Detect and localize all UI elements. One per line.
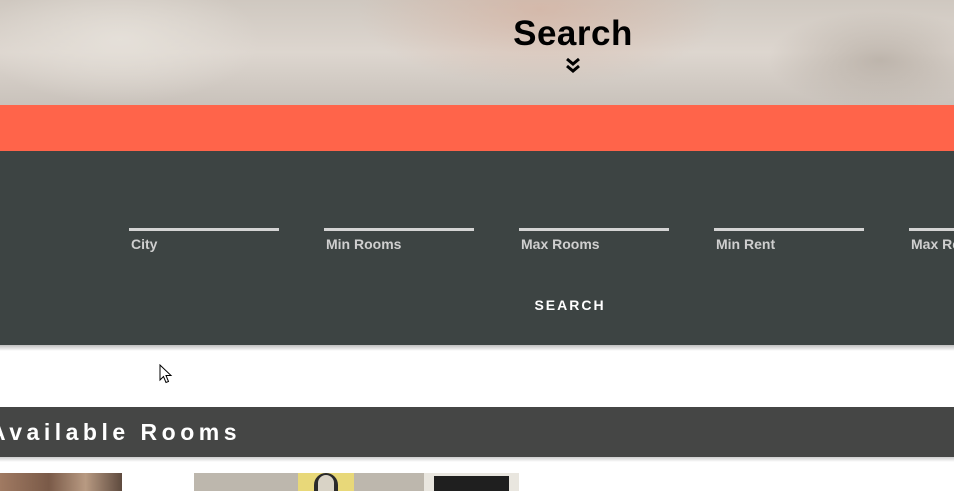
search-form: City Min Rooms Max Rooms Min Rent Max Re…	[0, 151, 954, 345]
page-title: Search	[513, 14, 633, 53]
hero-banner: Search	[0, 0, 954, 105]
min-rent-field[interactable]: Min Rent	[714, 228, 864, 252]
content-spacer	[0, 351, 954, 407]
city-input-underline[interactable]	[129, 228, 279, 231]
city-label: City	[131, 236, 158, 252]
rooms-header-shadow	[0, 457, 954, 462]
min-rooms-label: Min Rooms	[326, 236, 402, 252]
double-chevron-down-icon[interactable]	[565, 57, 581, 75]
min-rent-input-underline[interactable]	[714, 228, 864, 231]
image-detail	[434, 476, 509, 491]
room-card-image[interactable]	[0, 473, 122, 491]
max-rent-field[interactable]: Max Rent	[909, 228, 954, 252]
min-rooms-input-underline[interactable]	[324, 228, 474, 231]
max-rooms-input-underline[interactable]	[519, 228, 669, 231]
rooms-section-title: Available Rooms	[0, 419, 241, 445]
max-rent-label: Max Rent	[911, 236, 954, 252]
room-card-image[interactable]	[194, 473, 519, 491]
max-rooms-field[interactable]: Max Rooms	[519, 228, 669, 252]
max-rent-input-underline[interactable]	[909, 228, 954, 231]
mouse-cursor-icon	[159, 363, 173, 384]
min-rent-label: Min Rent	[716, 236, 776, 252]
min-rooms-field[interactable]: Min Rooms	[324, 228, 474, 252]
city-field[interactable]: City	[129, 228, 279, 252]
accent-bar	[0, 105, 954, 151]
rooms-section-header: Available Rooms	[0, 407, 954, 457]
page: Search City Min Rooms Max Rooms Min Rent	[0, 0, 954, 491]
image-detail	[318, 475, 334, 491]
search-button[interactable]: SEARCH	[520, 293, 620, 317]
max-rooms-label: Max Rooms	[521, 236, 600, 252]
